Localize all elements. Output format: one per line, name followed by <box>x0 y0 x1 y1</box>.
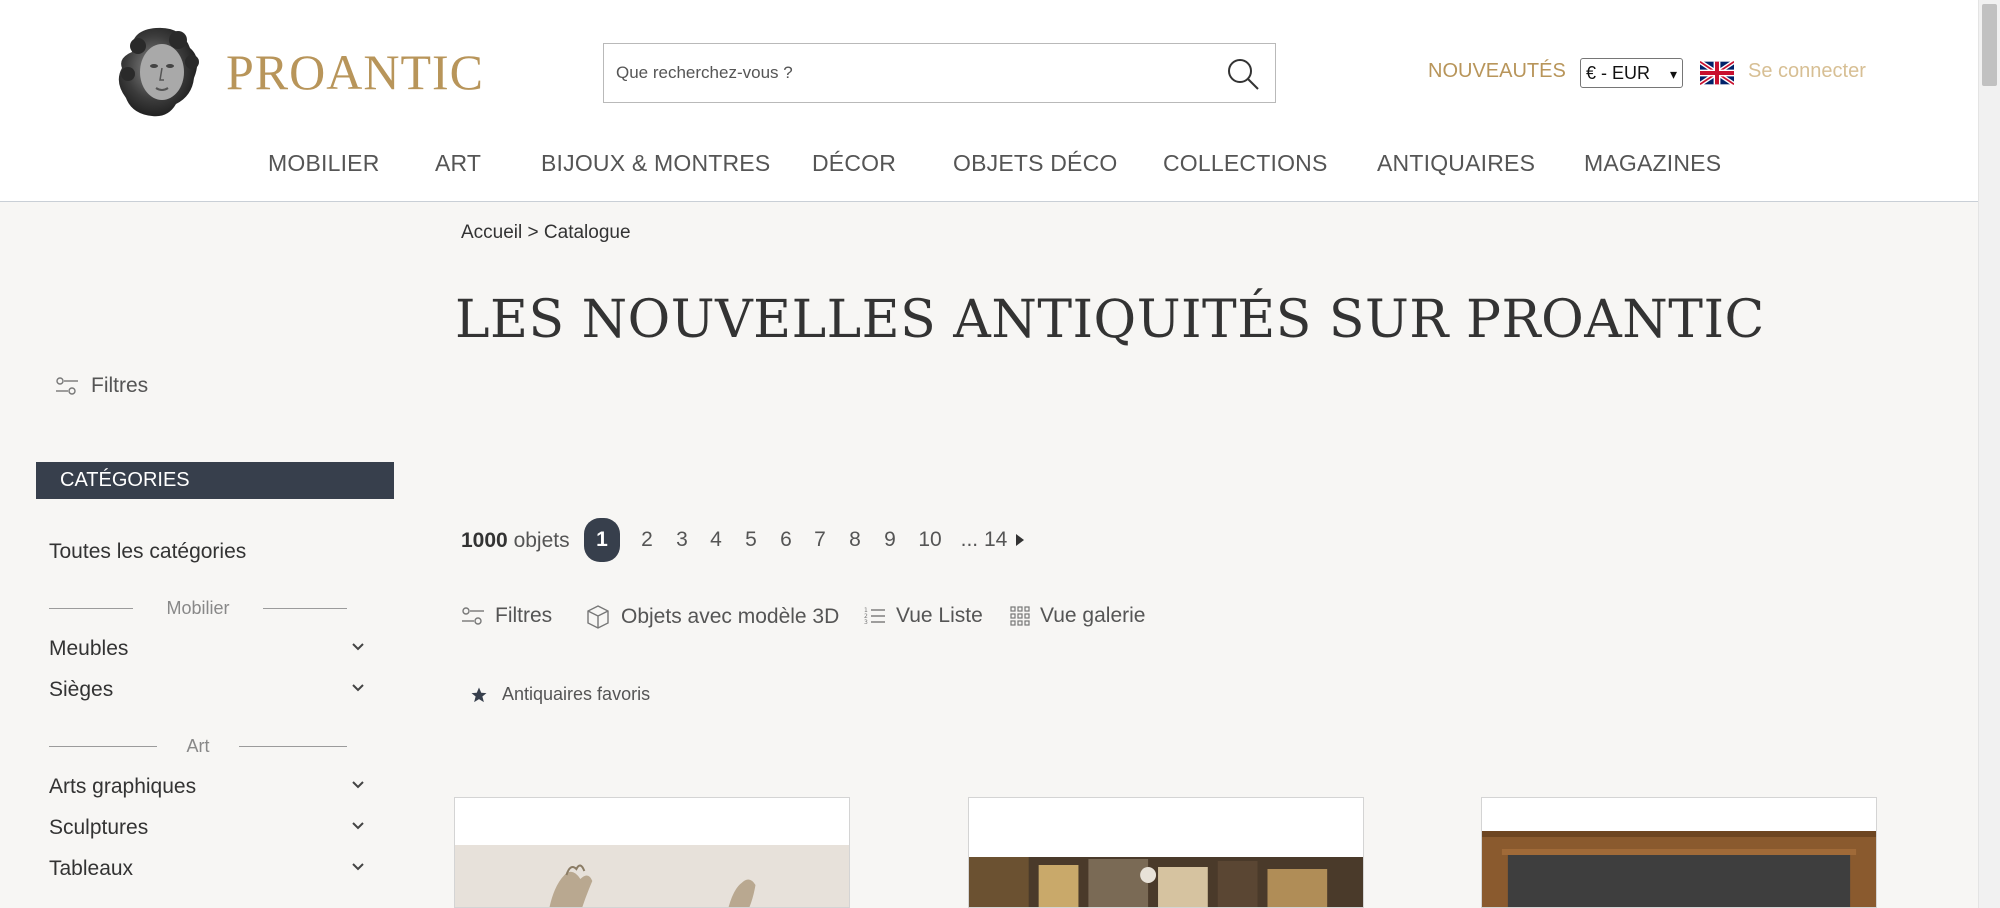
sidebar-filters-label: Filtres <box>91 374 149 397</box>
breadcrumb-home[interactable]: Accueil <box>461 222 522 243</box>
categories-header: CATÉGORIES <box>36 462 394 499</box>
product-card[interactable] <box>454 797 850 908</box>
next-page-icon[interactable] <box>1015 533 1025 547</box>
page-7[interactable]: 7 <box>810 518 830 562</box>
category-meubles[interactable]: Meubles <box>49 637 365 661</box>
results-count-number: 1000 <box>461 529 508 552</box>
filter-sliders-icon <box>56 377 78 395</box>
page-9[interactable]: 9 <box>880 518 900 562</box>
category-label: Sculptures <box>49 816 149 839</box>
nouveautes-link[interactable]: NOUVEAUTÉS <box>1428 60 1566 83</box>
page-10[interactable]: 10 <box>913 518 947 562</box>
filter-sliders-icon <box>462 607 484 625</box>
nav-magazines[interactable]: MAGAZINES <box>1584 150 1721 177</box>
page-14[interactable]: ... 14 <box>960 518 1008 562</box>
nav-objets-deco[interactable]: OBJETS DÉCO <box>953 150 1118 177</box>
list-view-label: Vue Liste <box>896 604 983 627</box>
star-icon <box>471 687 487 702</box>
product-card[interactable] <box>1481 797 1877 908</box>
scrollbar-thumb[interactable] <box>1982 4 1997 86</box>
login-link[interactable]: Se connecter <box>1748 60 1866 83</box>
category-label: Tableaux <box>49 857 134 880</box>
all-categories-link[interactable]: Toutes les catégories <box>49 540 246 564</box>
category-label: Arts graphiques <box>49 775 197 798</box>
page-6[interactable]: 6 <box>776 518 796 562</box>
chevron-down-icon <box>352 684 364 692</box>
list-view-icon: 1 2 3 <box>864 607 885 626</box>
chevron-down-icon <box>352 822 364 830</box>
group-divider-mobilier: Mobilier <box>49 597 347 619</box>
group-label: Mobilier <box>166 598 230 618</box>
currency-value: € - EUR <box>1586 63 1651 83</box>
product-image <box>969 857 1363 907</box>
nav-art[interactable]: ART <box>435 150 481 177</box>
search-input[interactable] <box>604 44 1204 102</box>
breadcrumb-current[interactable]: Catalogue <box>544 222 631 243</box>
logo-bust-icon <box>118 27 199 117</box>
gallery-view-button[interactable]: Vue galerie <box>1010 604 1145 628</box>
objects-3d-label: Objets avec modèle 3D <box>621 605 840 628</box>
results-count-label: objets <box>513 529 570 552</box>
page-5[interactable]: 5 <box>741 518 761 562</box>
favorite-dealers-filter[interactable]: Antiquaires favoris <box>470 684 650 705</box>
breadcrumb: Accueil > Catalogue <box>461 222 631 244</box>
category-sieges[interactable]: Sièges <box>49 678 365 702</box>
chevron-down-icon <box>352 863 364 871</box>
breadcrumb-separator: > <box>527 222 539 243</box>
nav-antiquaires[interactable]: ANTIQUAIRES <box>1377 150 1535 177</box>
svg-text:3: 3 <box>864 619 868 626</box>
scrollbar[interactable] <box>1978 0 2000 908</box>
filters-button[interactable]: Filtres <box>461 604 552 628</box>
gallery-view-label: Vue galerie <box>1040 604 1146 627</box>
group-divider-art: Art <box>49 735 347 757</box>
page-4[interactable]: 4 <box>706 518 726 562</box>
category-sculptures[interactable]: Sculptures <box>49 816 365 840</box>
cube-3d-icon <box>587 605 609 629</box>
search-icon[interactable] <box>1225 56 1261 92</box>
list-view-button[interactable]: 1 2 3 Vue Liste <box>864 604 983 628</box>
category-label: Sièges <box>49 678 114 701</box>
group-label: Art <box>186 736 210 756</box>
currency-select[interactable]: € - EUR ▾ <box>1580 58 1683 88</box>
sidebar-filters-button[interactable]: Filtres <box>55 374 148 398</box>
page-1[interactable]: 1 <box>584 518 620 562</box>
nav-bijoux-montres[interactable]: BIJOUX & MONTRES <box>541 150 770 177</box>
category-label: Meubles <box>49 637 129 660</box>
page-2[interactable]: 2 <box>637 518 657 562</box>
nav-collections[interactable]: COLLECTIONS <box>1163 150 1328 177</box>
product-image <box>455 845 849 907</box>
main-nav: MOBILIER ART BIJOUX & MONTRES DÉCOR OBJE… <box>0 150 1978 180</box>
site-header: PROANTIC NOUVEAUTÉS € - EUR ▾ Se connect… <box>0 0 1978 202</box>
results-count: 1000 objets <box>461 529 570 553</box>
filters-label: Filtres <box>495 604 553 627</box>
product-card[interactable] <box>968 797 1364 908</box>
search-box <box>603 43 1276 103</box>
objects-3d-button[interactable]: Objets avec modèle 3D <box>585 604 839 630</box>
page-3[interactable]: 3 <box>672 518 692 562</box>
chevron-down-icon: ▾ <box>1669 66 1677 82</box>
nav-mobilier[interactable]: MOBILIER <box>268 150 380 177</box>
grid-view-icon <box>1010 606 1030 626</box>
category-arts-graphiques[interactable]: Arts graphiques <box>49 775 365 799</box>
favorite-dealers-label: Antiquaires favoris <box>502 684 651 704</box>
chevron-down-icon <box>352 781 364 789</box>
logo[interactable]: PROANTIC <box>112 22 484 122</box>
logo-text: PROANTIC <box>226 44 485 100</box>
page-8[interactable]: 8 <box>845 518 865 562</box>
chevron-down-icon <box>352 643 364 651</box>
category-tableaux[interactable]: Tableaux <box>49 857 365 881</box>
nav-decor[interactable]: DÉCOR <box>812 150 896 177</box>
uk-flag-icon[interactable] <box>1700 60 1734 86</box>
page-title: LES NOUVELLES ANTIQUITÉS SUR PROANTIC <box>455 290 1765 350</box>
product-image <box>1482 831 1876 907</box>
